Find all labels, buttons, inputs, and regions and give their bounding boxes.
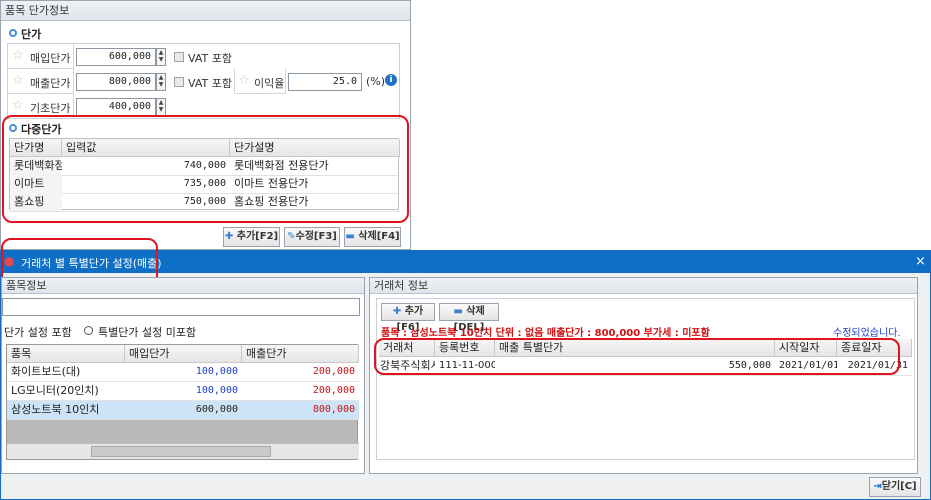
- item-info-panel: 품목정보 단가 설정 포함 특별단가 설정 미포함 품목 매입단가 매출단가 화…: [1, 277, 365, 474]
- price-info-title: 품목 단가정보: [5, 4, 70, 17]
- item-purchase-cell: 100,000: [125, 382, 242, 401]
- item-purchase-cell: 100,000: [125, 363, 242, 382]
- minus-icon: ▬: [453, 306, 463, 317]
- item-grid: 품목 매입단가 매출단가 화이트보드(대) 100,000 200,000 LG…: [6, 344, 359, 460]
- column-header[interactable]: 매입단가: [125, 345, 242, 363]
- purchase-label-cell: ☆ 매입단가: [8, 44, 74, 69]
- star-icon: ☆: [238, 73, 250, 88]
- customer-info-title: 거래처 정보: [374, 279, 429, 292]
- close-button[interactable]: ⇥닫기[C]: [869, 477, 921, 497]
- purchase-price-stepper[interactable]: ▲ ▼: [156, 48, 166, 66]
- radio-icon[interactable]: [84, 326, 93, 335]
- sales-label: 매출단가: [30, 77, 71, 90]
- item-sales-cell: 200,000: [242, 382, 359, 401]
- add-customer-button[interactable]: ✚ 추가[F6]: [381, 303, 435, 333]
- sales-price-input[interactable]: 800,000: [76, 73, 156, 91]
- margin-rate-input[interactable]: 25.0: [288, 73, 362, 91]
- item-info-title: 품목정보: [6, 279, 47, 292]
- purchase-price-input[interactable]: 600,000: [76, 48, 156, 66]
- item-info-titlebar: 품목정보: [2, 278, 364, 294]
- info-icon[interactable]: i: [385, 74, 397, 86]
- radio1-label: 단가 설정 포함: [4, 326, 72, 339]
- status-message: 수정되었습니다.: [833, 328, 901, 339]
- horizontal-scrollbar[interactable]: [7, 443, 359, 459]
- price-info-titlebar: 품목 단가정보: [1, 1, 410, 21]
- filter-radio-1[interactable]: 단가 설정 포함: [4, 324, 72, 340]
- price-form: ☆ 매입단가 600,000 ▲ ▼ VAT 포함 ☆ 매출단가 800,000 …: [7, 43, 400, 119]
- item-info-text: 품목 : 삼성노트북 10인치 단위 : 없음 매출단가 : 800,000 부…: [381, 328, 710, 339]
- table-row[interactable]: LG모니터(20인치) 100,000 200,000: [7, 382, 359, 401]
- purchase-vat-checkbox[interactable]: [174, 52, 184, 62]
- exit-icon: ⇥: [873, 481, 882, 492]
- base-price-stepper[interactable]: ▲ ▼: [156, 98, 166, 116]
- multi-price-highlight: [2, 115, 409, 223]
- special-price-window: ● 거래처 별 특별단가 설정(매출) × 품목정보 단가 설정 포함 특별단가…: [0, 238, 931, 500]
- margin-label-cell: ☆ 이익율: [234, 69, 286, 94]
- plus-icon: ✚: [224, 231, 234, 242]
- item-name-cell: 삼성노트북 10인치: [7, 401, 125, 420]
- delete-price-button[interactable]: ▬ 삭제[F4]: [344, 227, 401, 247]
- column-header[interactable]: 매출단가: [242, 345, 359, 363]
- add-price-button[interactable]: ✚ 추가[F2]: [223, 227, 280, 247]
- price-section-title: 단가: [21, 28, 42, 41]
- customer-grid-highlight: [374, 338, 900, 375]
- sales-label-cell: ☆ 매출단가: [8, 69, 74, 94]
- item-search-input[interactable]: [2, 298, 360, 316]
- margin-unit: (%): [366, 75, 386, 88]
- price-info-panel: 품목 단가정보 단가 ☆ 매입단가 600,000 ▲ ▼ VAT 포함 ☆ 매출…: [0, 0, 411, 250]
- table-row[interactable]: 화이트보드(대) 100,000 200,000: [7, 363, 359, 382]
- plus-icon: ✚: [392, 306, 402, 317]
- base-label: 기초단가: [30, 102, 71, 115]
- edit-price-button[interactable]: ✎수정[F3]: [284, 227, 340, 247]
- customer-info-titlebar: 거래처 정보: [370, 278, 917, 294]
- scrollbar-thumb[interactable]: [91, 446, 271, 457]
- minus-icon: ▬: [345, 231, 355, 242]
- sales-price-stepper[interactable]: ▲ ▼: [156, 73, 166, 91]
- sales-vat-checkbox[interactable]: [174, 77, 184, 87]
- item-purchase-cell: 600,000: [125, 401, 242, 420]
- star-icon: ☆: [12, 73, 24, 88]
- section-bullet-icon: [9, 29, 17, 37]
- item-sales-cell: 200,000: [242, 363, 359, 382]
- star-icon: ☆: [12, 48, 24, 63]
- close-icon[interactable]: ×: [915, 254, 926, 269]
- customer-content: ✚ 추가[F6] ▬ 삭제[DEL] 품목 : 삼성노트북 10인치 단위 : …: [376, 298, 915, 460]
- customer-info-panel: 거래처 정보 ✚ 추가[F6] ▬ 삭제[DEL] 품목 : 삼성노트북 10인…: [369, 277, 918, 474]
- radio2-label: 특별단가 설정 미포함: [98, 326, 197, 339]
- margin-label: 이익율: [254, 77, 285, 90]
- purchase-vat-label: VAT 포함: [188, 52, 232, 65]
- item-sales-cell: 800,000: [242, 401, 359, 420]
- item-name-cell: 화이트보드(대): [7, 363, 125, 382]
- column-header[interactable]: 품목: [7, 345, 125, 363]
- table-row-selected[interactable]: 삼성노트북 10인치 600,000 800,000: [7, 401, 359, 420]
- sales-vat-label: VAT 포함: [188, 77, 232, 90]
- star-icon: ☆: [12, 98, 24, 113]
- base-price-input[interactable]: 400,000: [76, 98, 156, 116]
- item-name-cell: LG모니터(20인치): [7, 382, 125, 401]
- delete-customer-button[interactable]: ▬ 삭제[DEL]: [439, 303, 499, 333]
- purchase-label: 매입단가: [30, 52, 71, 65]
- edit-icon: ✎: [287, 231, 296, 242]
